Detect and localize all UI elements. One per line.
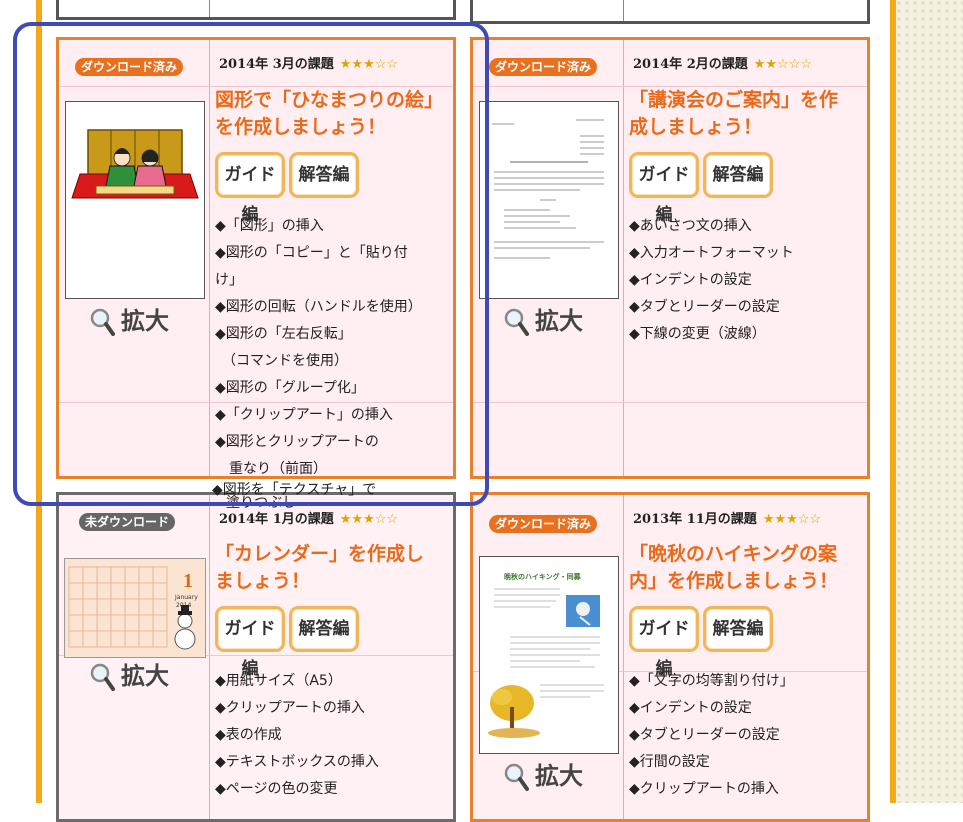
difficulty-stars: ★★☆☆☆ [753,57,813,72]
answer-button[interactable]: 解答編 [289,152,359,198]
topic-item: ◆図形とクリップアートの [215,434,379,450]
download-status-badge: 未ダウンロード [79,513,176,531]
issue-label: 2014年 3月の課題 ★★★☆☆ [219,57,399,72]
guide-button[interactable]: ガイド編 [215,606,285,679]
magnifier-icon [504,763,529,791]
topic-item: ◆下線の変更（波線） [629,326,766,342]
assignment-title-link[interactable]: 「晩秋のハイキングの案内」を作成しましょう！ [629,541,851,595]
topic-list: ◆「図形」の挿入 ◆図形の「コピー」と「貼り付 け」 ◆図形の回転（ハンドルを使… [215,213,453,477]
topic-item: け」 [215,272,243,288]
magnifier-icon [504,308,529,336]
thumbnail-image[interactable] [479,101,619,299]
answer-button[interactable]: 解答編 [703,152,773,198]
topic-item: ◆クリップアートの挿入 [215,700,365,716]
hinamatsuri-illustration [71,129,199,199]
topic-list: ◆「文字の均等割り付け」 ◆インデントの設定 ◆タブとリーダーの設定 ◆行間の設… [629,668,867,803]
hiking-flyer: 晩秋のハイキング・同募 [488,572,604,738]
magnifier-icon [90,663,115,691]
topic-list: ◆用紙サイズ（A5） ◆クリップアートの挿入 ◆表の作成 ◆テキストボックスの挿… [215,668,453,803]
download-status-badge: ダウンロード済み [489,58,598,76]
download-status-badge: ダウンロード済み [489,515,598,533]
topic-list: ◆あいさつ文の挿入 ◆入力オートフォーマット ◆インデントの設定 ◆タブとリーダ… [629,213,867,348]
calendar-month-number: 1 [183,570,193,592]
zoom-button[interactable]: 拡大 [503,303,583,339]
magnifier-icon [90,308,115,336]
topic-item: ◆「文字の均等割り付け」 [629,673,794,689]
calendar-month-name: January [174,594,198,601]
zoom-button[interactable]: 拡大 [89,658,169,694]
previous-card-right [470,0,870,24]
topic-item: 重なり（前面） [215,461,327,477]
topic-item: ◆インデントの設定 [629,272,752,288]
side-pattern-background [896,0,963,803]
assignment-title-link[interactable]: 図形で「ひなまつりの絵」を作成しましょう！ [215,87,437,141]
topic-item: ◆ページの色の変更 [215,781,338,797]
topic-item: ◆図形の「グループ化」 [215,380,365,396]
topic-item: ◆表の作成 [215,727,282,743]
topic-item: ◆「クリップアート」の挿入 [215,407,393,423]
topic-item: （コマンドを使用） [215,353,348,369]
thumbnail-image[interactable]: 晩秋のハイキング・同募 [479,556,619,754]
topic-item: ◆行間の設定 [629,754,710,770]
thumbnail-image[interactable] [65,101,205,299]
topic-item: ◆クリップアートの挿入 [629,781,779,797]
topic-item: ◆図形の「左右反転」 [215,326,352,342]
assignment-title-link[interactable]: 「カレンダー」を作成しましょう！ [215,541,437,595]
topic-item: ◆「図形」の挿入 [215,218,324,234]
overflow-topic-text: ◆図形を「テクスチャ」で 塗りつぶし [212,481,376,513]
difficulty-stars: ★★★☆☆ [762,512,822,527]
difficulty-stars: ★★★☆☆ [339,512,399,527]
guide-button[interactable]: ガイド編 [629,606,699,679]
guide-button[interactable]: ガイド編 [629,152,699,225]
answer-button[interactable]: 解答編 [703,606,773,652]
assignment-card: 未ダウンロード 2014年 1月の課題 ★★★☆☆ 「カレンダー」を作成しましょう… [56,492,456,822]
topic-item: ◆タブとリーダーの設定 [629,299,780,315]
download-status-badge: ダウンロード済み [75,58,184,76]
answer-button[interactable]: 解答編 [289,606,359,652]
topic-item: ◆入力オートフォーマット [629,245,794,261]
guide-button[interactable]: ガイド編 [215,152,285,225]
topic-item: ◆用紙サイズ（A5） [215,673,342,689]
previous-card-left [56,0,456,20]
zoom-button[interactable]: 拡大 [503,758,583,794]
assignment-card: ダウンロード済み 2014年 2月の課題 ★★☆☆☆ 「講演会のご案内」を作成しま… [470,37,870,479]
assignment-title-link[interactable]: 「講演会のご案内」を作成しましょう！ [629,87,851,141]
topic-item: ◆図形の「コピー」と「貼り付 [215,245,408,261]
difficulty-stars: ★★★☆☆ [339,57,399,72]
issue-label: 2014年 2月の課題 ★★☆☆☆ [633,57,813,72]
topic-item: ◆テキストボックスの挿入 [215,754,379,770]
zoom-button[interactable]: 拡大 [89,303,169,339]
issue-label: 2013年 11月の課題 ★★★☆☆ [633,512,822,527]
assignment-card: ダウンロード済み 2014年 3月の課題 ★★★☆☆ 図形で「ひなまつりの絵」を作… [56,37,456,479]
topic-item: ◆あいさつ文の挿入 [629,218,752,234]
thumbnail-image[interactable]: 1 January 2014 [64,558,206,658]
calendar: 1 January 2014 [65,559,205,657]
topic-item: ◆図形の回転（ハンドルを使用） [215,299,422,315]
assignment-card: ダウンロード済み 2013年 11月の課題 ★★★☆☆ 「晩秋のハイキングの案内」… [470,492,870,822]
flyer-heading: 晩秋のハイキング・同募 [504,572,582,581]
topic-item: ◆タブとリーダーの設定 [629,727,780,743]
lecture-document [492,119,604,259]
topic-item: ◆インデントの設定 [629,700,752,716]
